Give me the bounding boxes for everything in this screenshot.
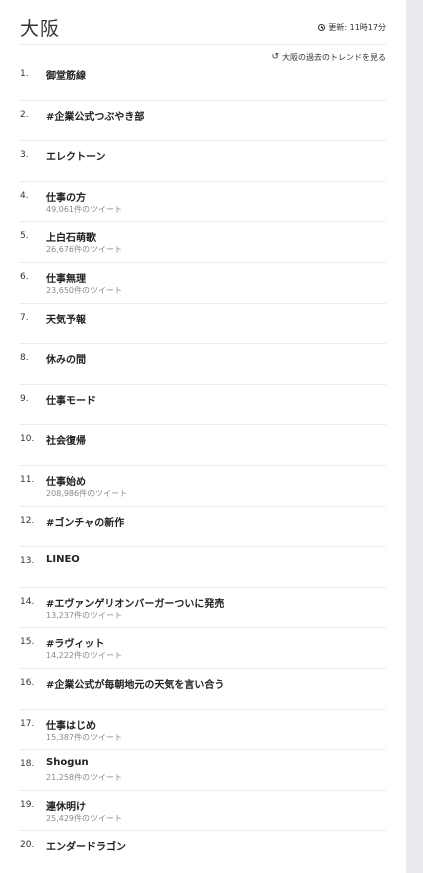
trend-name[interactable]: #企業公式つぶやき部: [46, 108, 144, 123]
trends-panel: 大阪 更新: 11時17分 ↺ 大阪の過去のトレンドを見る 1. 御堂筋線 2.…: [0, 0, 406, 873]
trend-item[interactable]: 8. 休みの間: [20, 344, 386, 385]
trend-item[interactable]: 16. #企業公式が毎朝地元の天気を言い合う: [20, 669, 386, 710]
trend-tweet-count: 208,986件のツイート: [46, 488, 128, 498]
trend-rank: 9.: [20, 393, 29, 404]
trend-rank: 1.: [20, 69, 29, 79]
trend-rank: 8.: [20, 353, 29, 364]
trend-item[interactable]: 19. 連休明け 25,429件のツイート: [20, 791, 386, 832]
trend-rank: 10.: [20, 434, 35, 445]
trend-item[interactable]: 10. 社会復帰: [20, 425, 386, 466]
trend-item[interactable]: 20. エンダードラゴン: [20, 831, 386, 872]
trend-rank: 3.: [20, 150, 29, 161]
trend-list: 1. 御堂筋線 2. #企業公式つぶやき部 3. エレクトーン 4. 仕事の方 …: [20, 60, 386, 872]
trend-item[interactable]: 9. 仕事モード: [20, 385, 386, 426]
trend-rank: 17.: [20, 718, 35, 729]
trend-rank: 2.: [20, 109, 29, 120]
trend-tweet-count: 14,222件のツイート: [46, 651, 122, 661]
trend-name[interactable]: Shogun: [46, 757, 89, 768]
trend-rank: 5.: [20, 231, 29, 242]
trend-name[interactable]: #ラヴィット: [46, 635, 104, 650]
trend-item[interactable]: 2. #企業公式つぶやき部: [20, 101, 386, 142]
trend-tweet-count: 25,429件のツイート: [46, 813, 122, 823]
trend-item[interactable]: 7. 天気予報: [20, 304, 386, 345]
trend-tweet-count: 26,676件のツイート: [46, 245, 122, 255]
trend-name[interactable]: 仕事はじめ: [46, 717, 96, 732]
trend-name[interactable]: 上白石萌歌: [46, 229, 96, 244]
trend-name[interactable]: 御堂筋線: [46, 67, 86, 82]
trend-item[interactable]: 5. 上白石萌歌 26,676件のツイート: [20, 222, 386, 263]
trend-tweet-count: 49,061件のツイート: [46, 204, 122, 214]
trend-name[interactable]: #エヴァンゲリオンバーガーついに発売: [46, 595, 224, 610]
trend-tweet-count: 15,387件のツイート: [46, 732, 122, 742]
trend-name[interactable]: 仕事の方: [46, 189, 86, 204]
trend-name[interactable]: エンダードラゴン: [46, 838, 126, 853]
trend-item[interactable]: 12. #ゴンチャの新作: [20, 507, 386, 548]
trend-rank: 15.: [20, 637, 35, 648]
trend-tweet-count: 13,237件のツイート: [46, 610, 122, 620]
trend-item[interactable]: 4. 仕事の方 49,061件のツイート: [20, 182, 386, 223]
trend-tweet-count: 21,258件のツイート: [46, 773, 122, 783]
page-title: 大阪: [20, 18, 61, 40]
trend-rank: 19.: [20, 799, 35, 810]
trend-item[interactable]: 3. エレクトーン: [20, 141, 386, 182]
trend-rank: 14.: [20, 596, 35, 607]
trend-rank: 12.: [20, 515, 35, 526]
trend-item[interactable]: 11. 仕事始め 208,986件のツイート: [20, 466, 386, 507]
updated-label: 更新: 11時17分: [328, 23, 386, 32]
trend-name[interactable]: LINEO: [46, 554, 80, 565]
trend-name[interactable]: 仕事無理: [46, 270, 86, 285]
trend-rank: 13.: [20, 556, 35, 567]
trend-rank: 16.: [20, 677, 35, 688]
trend-item[interactable]: 15. #ラヴィット 14,222件のツイート: [20, 628, 386, 669]
trend-item[interactable]: 17. 仕事はじめ 15,387件のツイート: [20, 710, 386, 751]
updated-time: 更新: 11時17分: [318, 22, 386, 33]
trend-item[interactable]: 14. #エヴァンゲリオンバーガーついに発売 13,237件のツイート: [20, 588, 386, 629]
trend-name[interactable]: エレクトーン: [46, 148, 106, 163]
trend-rank: 11.: [20, 474, 35, 485]
trend-name[interactable]: 連休明け: [46, 798, 86, 813]
trend-name[interactable]: 仕事モード: [46, 392, 96, 407]
trend-item[interactable]: 6. 仕事無理 23,650件のツイート: [20, 263, 386, 304]
trend-item[interactable]: 13. LINEO: [20, 547, 386, 588]
panel-header: 大阪 更新: 11時17分: [20, 14, 386, 45]
trend-rank: 4.: [20, 190, 29, 201]
trend-name[interactable]: 仕事始め: [46, 473, 86, 488]
trend-name[interactable]: 天気予報: [46, 311, 86, 326]
clock-icon: [318, 24, 326, 31]
trend-item[interactable]: 18. Shogun 21,258件のツイート: [20, 750, 386, 791]
trend-rank: 18.: [20, 759, 35, 770]
trend-rank: 7.: [20, 312, 29, 323]
trend-name[interactable]: #企業公式が毎朝地元の天気を言い合う: [46, 676, 224, 691]
trend-name[interactable]: #ゴンチャの新作: [46, 514, 124, 529]
trend-item[interactable]: 1. 御堂筋線: [20, 60, 386, 101]
trend-rank: 6.: [20, 271, 29, 282]
trend-name[interactable]: 休みの間: [46, 351, 86, 366]
trend-rank: 20.: [20, 840, 35, 851]
trend-tweet-count: 23,650件のツイート: [46, 285, 122, 295]
trend-name[interactable]: 社会復帰: [46, 432, 86, 447]
